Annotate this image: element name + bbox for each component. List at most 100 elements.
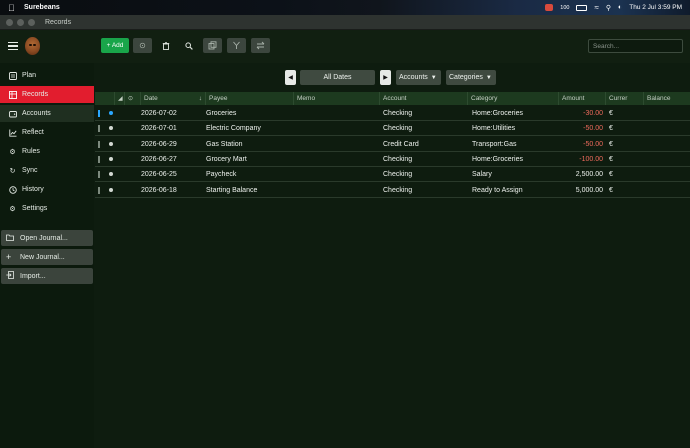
import-button[interactable]: Import... bbox=[1, 268, 93, 284]
clock[interactable]: Thu 2 Jul 3:59 PM bbox=[629, 4, 682, 11]
date-range-selector[interactable]: All Dates bbox=[300, 70, 375, 85]
cell-memo[interactable] bbox=[294, 121, 380, 136]
cell-date[interactable]: 2026-07-01 bbox=[141, 121, 206, 136]
table-row[interactable]: 2026-06-27 Grocery Mart Checking Home:Groce… bbox=[95, 152, 690, 167]
cell-date[interactable]: 2026-07-02 bbox=[141, 106, 206, 121]
cleared-status-icon[interactable] bbox=[109, 156, 113, 161]
minimize-window-button[interactable] bbox=[17, 18, 24, 26]
cell-currency[interactable]: € bbox=[609, 167, 644, 182]
column-header-currency[interactable]: Currer bbox=[606, 92, 644, 105]
cell-amount[interactable]: 5,000.00 bbox=[559, 183, 603, 198]
sidebar-item-history[interactable]: History bbox=[0, 181, 94, 198]
previous-period-button[interactable]: ◀ bbox=[285, 70, 296, 85]
app-status-icon[interactable] bbox=[545, 4, 554, 11]
cell-date[interactable]: 2026-06-25 bbox=[141, 167, 206, 182]
cell-category[interactable]: Home:Groceries bbox=[472, 106, 559, 121]
sidebar-item-records[interactable]: Records bbox=[0, 86, 94, 103]
column-header-amount[interactable]: Amount bbox=[559, 92, 606, 105]
cell-amount[interactable]: 2,500.00 bbox=[559, 167, 603, 182]
new-journal-button[interactable]: + New Journal... bbox=[1, 249, 93, 265]
column-header-memo[interactable]: Memo bbox=[294, 92, 380, 105]
cell-account[interactable]: Checking bbox=[383, 106, 468, 121]
cell-account[interactable]: Credit Card bbox=[383, 137, 468, 152]
search-input[interactable]: Search... bbox=[588, 39, 683, 53]
attachment-button[interactable]: ⊙ bbox=[133, 38, 152, 53]
cell-payee[interactable]: Gas Station bbox=[206, 137, 294, 152]
cell-account[interactable]: Checking bbox=[383, 152, 468, 167]
cell-currency[interactable]: € bbox=[609, 183, 644, 198]
apple-icon[interactable]:  bbox=[8, 3, 22, 13]
cell-memo[interactable] bbox=[294, 167, 380, 182]
cleared-status-icon[interactable] bbox=[109, 126, 113, 131]
table-row[interactable]: 2026-06-18 Starting Balance Checking Ready … bbox=[95, 183, 690, 198]
cell-amount[interactable]: -50.00 bbox=[559, 121, 603, 136]
cell-category[interactable]: Home:Groceries bbox=[472, 152, 559, 167]
table-row[interactable]: 2026-07-02 Groceries Checking Home:Grocerie… bbox=[95, 106, 690, 121]
drag-handle-icon[interactable] bbox=[98, 110, 100, 117]
cell-date[interactable]: 2026-06-18 bbox=[141, 183, 206, 198]
column-header-payee[interactable]: Payee bbox=[206, 92, 294, 105]
cell-account[interactable]: Checking bbox=[383, 167, 468, 182]
delete-button[interactable] bbox=[159, 38, 173, 53]
cell-balance[interactable] bbox=[644, 183, 688, 198]
search-menu-icon[interactable]: ⚲ bbox=[606, 4, 611, 12]
menu-app-name[interactable]: Surebeans bbox=[24, 4, 60, 11]
drag-handle-icon[interactable] bbox=[98, 186, 100, 194]
column-header-balance[interactable]: Balance bbox=[644, 92, 690, 105]
add-button[interactable]: + Add bbox=[101, 38, 129, 53]
column-header-attachment[interactable]: ⊙ bbox=[125, 92, 141, 105]
cell-date[interactable]: 2026-06-29 bbox=[141, 137, 206, 152]
cell-date[interactable]: 2026-06-27 bbox=[141, 152, 206, 167]
cleared-status-icon[interactable] bbox=[109, 141, 113, 146]
cell-memo[interactable] bbox=[294, 183, 380, 198]
cell-payee[interactable]: Paycheck bbox=[206, 167, 294, 182]
cell-amount[interactable]: -50.00 bbox=[559, 137, 603, 152]
cell-payee[interactable]: Starting Balance bbox=[206, 183, 294, 198]
cell-currency[interactable]: € bbox=[609, 106, 644, 121]
table-row[interactable]: 2026-06-25 Paycheck Checking Salary 2,500.00… bbox=[95, 167, 690, 183]
cleared-status-icon[interactable] bbox=[109, 187, 113, 192]
cell-amount[interactable]: -100.00 bbox=[559, 152, 603, 167]
next-period-button[interactable]: ▶ bbox=[380, 70, 391, 85]
open-journal-button[interactable]: Open Journal... bbox=[1, 230, 93, 246]
cell-payee[interactable]: Electric Company bbox=[206, 121, 294, 136]
battery-icon[interactable] bbox=[576, 4, 588, 11]
control-center-icon[interactable]: ◐ bbox=[618, 4, 622, 11]
cell-currency[interactable]: € bbox=[609, 152, 644, 167]
drag-handle-icon[interactable] bbox=[98, 171, 100, 179]
cell-balance[interactable] bbox=[644, 152, 688, 167]
cell-category[interactable]: Transport:Gas bbox=[472, 137, 559, 152]
sidebar-item-settings[interactable]: ⚙ Settings bbox=[0, 200, 94, 217]
table-row[interactable]: 2026-07-01 Electric Company Checking Home:U… bbox=[95, 121, 690, 137]
cell-currency[interactable]: € bbox=[609, 121, 644, 136]
duplicate-button[interactable] bbox=[203, 38, 222, 53]
find-button[interactable] bbox=[182, 38, 196, 53]
drag-handle-icon[interactable] bbox=[98, 140, 100, 148]
cell-account[interactable]: Checking bbox=[383, 121, 468, 136]
column-header-category[interactable]: Category bbox=[468, 92, 559, 105]
zoom-window-button[interactable] bbox=[28, 18, 35, 26]
cleared-status-icon[interactable] bbox=[109, 172, 113, 177]
sidebar-item-reflect[interactable]: Reflect bbox=[0, 124, 94, 141]
cell-balance[interactable] bbox=[644, 137, 688, 152]
cell-amount[interactable]: -30.00 bbox=[559, 106, 603, 121]
drag-handle-icon[interactable] bbox=[98, 125, 100, 133]
cleared-status-icon[interactable] bbox=[109, 111, 113, 115]
cell-balance[interactable] bbox=[644, 167, 688, 182]
cell-balance[interactable] bbox=[644, 106, 688, 121]
column-header-flag[interactable]: ◢ bbox=[115, 92, 125, 105]
hamburger-menu-icon[interactable] bbox=[8, 42, 18, 51]
cell-memo[interactable] bbox=[294, 106, 380, 121]
sidebar-item-accounts[interactable]: Accounts bbox=[0, 105, 94, 122]
column-header-date[interactable]: Date ↓ bbox=[141, 92, 206, 105]
cell-category[interactable]: Home:Utilities bbox=[472, 121, 559, 136]
wifi-icon[interactable]: ≈ bbox=[594, 3, 598, 12]
cell-memo[interactable] bbox=[294, 152, 380, 167]
cell-category[interactable]: Ready to Assign bbox=[472, 183, 559, 198]
drag-handle-icon[interactable] bbox=[98, 155, 100, 163]
table-row[interactable]: 2026-06-29 Gas Station Credit Card Transpor… bbox=[95, 137, 690, 152]
cell-account[interactable]: Checking bbox=[383, 183, 468, 198]
cell-category[interactable]: Salary bbox=[472, 167, 559, 182]
categories-filter-dropdown[interactable]: Categories ▼ bbox=[446, 70, 496, 85]
split-button[interactable] bbox=[227, 38, 246, 53]
